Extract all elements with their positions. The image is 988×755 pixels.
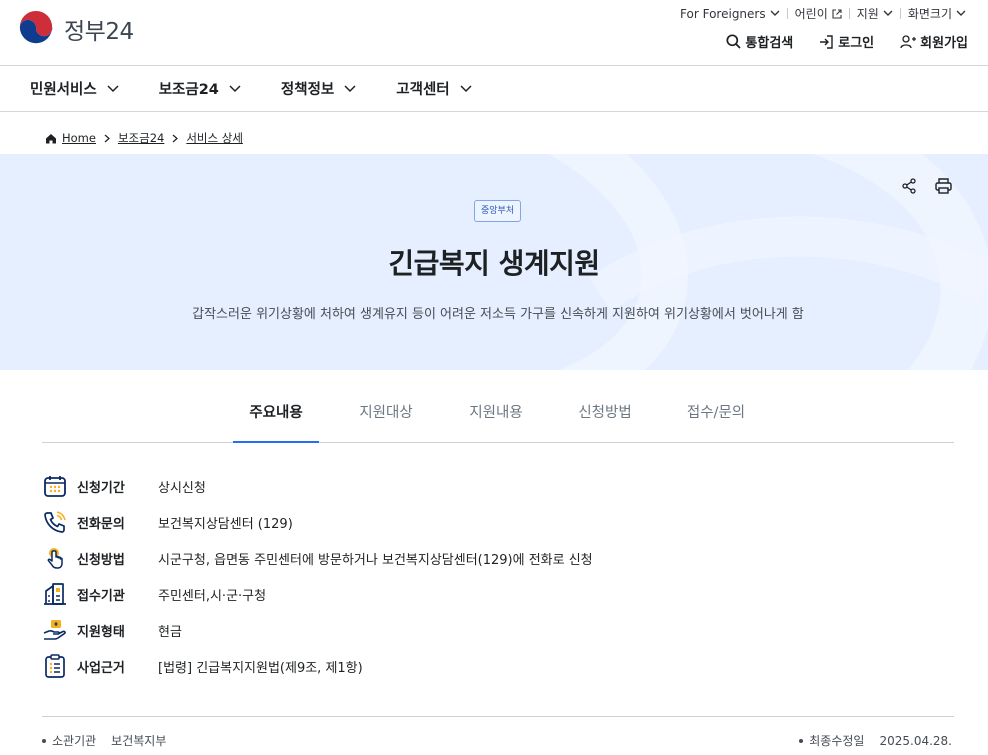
service-meta: 소관기관 보건복지부 최종수정일 2025.04.28.: [42, 716, 954, 755]
info-value: 상시신청: [158, 480, 206, 496]
search-icon: [726, 34, 742, 49]
site-header: 정부24 For Foreigners 어린이 지원 화면크기 통합검색 로그인…: [0, 0, 988, 66]
info-label: 접수기관: [77, 588, 125, 604]
user-add-icon: [900, 34, 917, 48]
page-title: 긴급복지 생계지원: [388, 247, 600, 280]
font-size-link[interactable]: 화면크기: [901, 5, 973, 22]
list-item: 지원형태 현금: [42, 616, 742, 644]
site-logo[interactable]: 정부24: [17, 10, 134, 48]
building-icon: [42, 581, 68, 607]
hand-tap-icon: [42, 545, 68, 571]
tab-main-content[interactable]: 주요내용: [233, 386, 319, 443]
chevron-down-icon: [460, 84, 472, 92]
breadcrumb-service-detail[interactable]: 서비스 상세: [186, 130, 243, 146]
external-link-icon: [832, 8, 842, 19]
kids-link[interactable]: 어린이: [788, 5, 849, 22]
foreigners-link[interactable]: For Foreigners: [673, 7, 787, 21]
org-value: 보건복지부: [111, 734, 167, 748]
list-item: 신청기간 상시신청: [42, 472, 742, 500]
info-label: 전화문의: [77, 516, 125, 532]
hero-actions: [883, 178, 952, 194]
breadcrumb: Home 보조금24 서비스 상세: [45, 130, 243, 146]
gnb-label: 보조금24: [158, 82, 219, 98]
phone-icon: [42, 509, 68, 535]
gnb-item-policy[interactable]: 정책정보: [281, 78, 356, 99]
login-label: 로그인: [838, 36, 875, 51]
hand-coin-icon: [42, 617, 68, 643]
chevron-down-icon: [883, 10, 893, 16]
info-label: 지원형태: [77, 624, 125, 640]
chevron-down-icon: [107, 84, 119, 92]
home-icon: [46, 133, 56, 143]
info-value: 시군구청, 읍면동 주민센터에 방문하거나 보건복지상담센터(129)에 전화로…: [158, 552, 593, 568]
info-value: 주민센터,시·군·구청: [158, 588, 267, 604]
org-label: 소관기관: [52, 734, 97, 748]
support-label: 지원: [856, 7, 879, 21]
last-updated: 최종수정일 2025.04.28.: [799, 732, 952, 749]
document-list-icon: [42, 653, 68, 679]
info-label: 신청방법: [77, 552, 125, 568]
font-size-label: 화면크기: [907, 7, 952, 21]
info-label: 신청기간: [77, 480, 125, 496]
tab-support-details[interactable]: 지원내용: [453, 386, 539, 443]
share-button[interactable]: [901, 178, 917, 194]
chevron-right-icon: [104, 134, 110, 142]
breadcrumb-home[interactable]: Home: [62, 131, 96, 145]
calendar-icon: [42, 473, 68, 499]
join-label: 회원가입: [920, 36, 968, 51]
list-item: 사업근거 [법령] 긴급복지지원법(제9조, 제1항): [42, 652, 742, 680]
updated-value: 2025.04.28.: [879, 733, 952, 748]
utility-links: For Foreigners 어린이 지원 화면크기: [673, 5, 973, 22]
tab-eligibility[interactable]: 지원대상: [343, 386, 429, 443]
chevron-right-icon: [172, 134, 179, 142]
gnb-item-civil-service[interactable]: 민원서비스: [30, 78, 119, 99]
share-icon: [902, 178, 916, 194]
logo-text: 정부24: [64, 19, 134, 45]
chevron-down-icon: [229, 84, 241, 92]
chevron-down-icon: [770, 10, 780, 16]
gnb-item-customer-center[interactable]: 고객센터: [396, 78, 472, 99]
print-icon: [935, 178, 952, 194]
login-button[interactable]: 로그인: [819, 32, 874, 51]
service-hero: 중앙부처 긴급복지 생계지원 갑작스러운 위기상황에 처하여 생계유지 등이 어…: [0, 154, 988, 370]
list-item: 전화문의 보건복지상담센터 (129): [42, 508, 742, 536]
service-description: 갑작스러운 위기상황에 처하여 생계유지 등이 어려운 저소득 가구를 신속하게…: [192, 307, 804, 322]
main-navigation: 민원서비스 보조금24 정책정보 고객센터: [0, 66, 988, 112]
list-item: 신청방법 시군구청, 읍면동 주민센터에 방문하거나 보건복지상담센터(129)…: [42, 544, 742, 572]
account-menu: 통합검색 로그인 회원가입: [700, 32, 968, 51]
section-tabs: 주요내용 지원대상 지원내용 신청방법 접수/문의: [42, 386, 954, 443]
support-link[interactable]: 지원: [850, 5, 900, 22]
tab-how-to-apply[interactable]: 신청방법: [562, 386, 648, 443]
integrated-search-label: 통합검색: [745, 36, 794, 51]
gnb-item-subsidy[interactable]: 보조금24: [159, 78, 241, 99]
info-label: 사업근거: [77, 660, 125, 676]
foreigners-label: For Foreigners: [680, 6, 766, 21]
info-value: 현금: [158, 624, 182, 640]
integrated-search-button[interactable]: 통합검색: [726, 32, 793, 51]
tab-contact[interactable]: 접수/문의: [673, 386, 759, 443]
breadcrumb-subsidy[interactable]: 보조금24: [118, 130, 164, 146]
managing-org: 소관기관 보건복지부: [42, 732, 166, 749]
gnb-label: 고객센터: [396, 82, 450, 98]
category-badge: 중앙부처: [474, 200, 522, 222]
gnb-label: 민원서비스: [30, 82, 97, 98]
list-item: 접수기관 주민센터,시·군·구청: [42, 580, 742, 608]
updated-label: 최종수정일: [809, 734, 865, 748]
bullet: [42, 738, 46, 743]
government-emblem-icon: [17, 10, 55, 48]
join-button[interactable]: 회원가입: [900, 32, 968, 51]
bullet: [799, 738, 804, 743]
chevron-down-icon: [344, 84, 356, 92]
info-value: 보건복지상담센터 (129): [158, 516, 293, 532]
info-value: [법령] 긴급복지지원법(제9조, 제1항): [158, 660, 363, 676]
login-icon: [820, 34, 833, 49]
gnb-label: 정책정보: [280, 82, 335, 98]
kids-label: 어린이: [794, 7, 828, 21]
print-button[interactable]: [935, 178, 952, 194]
chevron-down-icon: [956, 10, 966, 16]
